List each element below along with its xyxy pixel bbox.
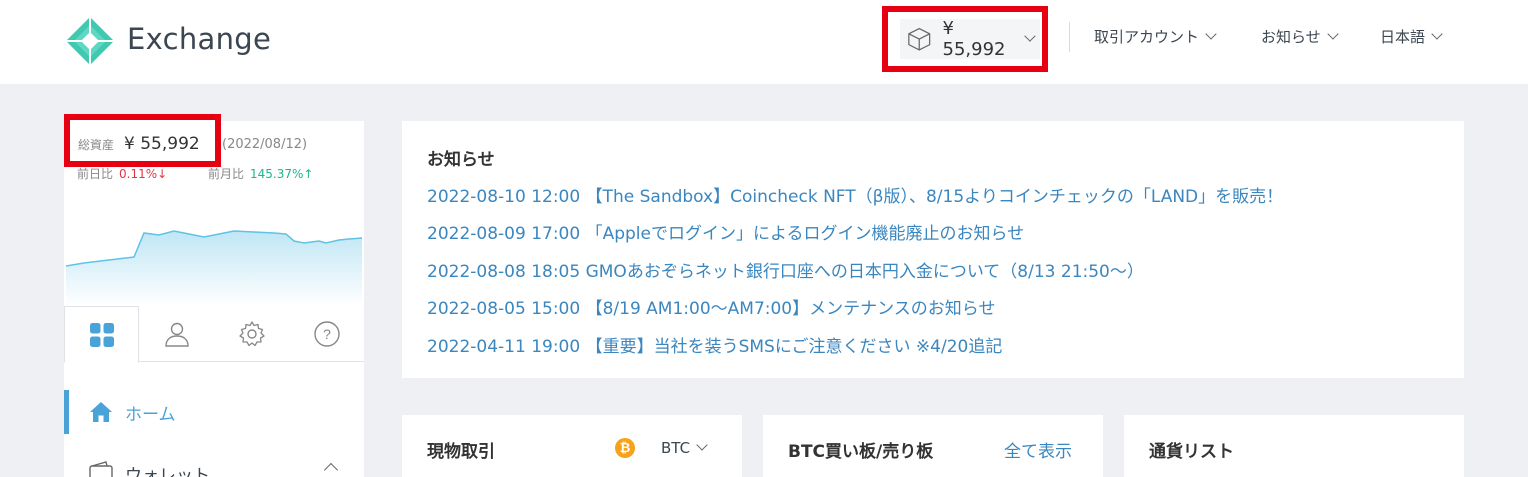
nav-news[interactable]: お知らせ [1261, 26, 1339, 47]
chevron-down-icon [696, 439, 708, 451]
month-change-label: 前月比 [208, 167, 245, 181]
news-item[interactable]: 2022-08-08 18:05 GMOあおぞらネット銀行口座への日本円入金につ… [427, 257, 1144, 282]
coin-select-value: BTC [661, 439, 691, 457]
menu-home[interactable]: ホーム [64, 390, 364, 434]
news-panel: お知らせ 2022-08-10 12:00 【The Sandbox】Coinc… [402, 121, 1464, 378]
exchange-logo-icon[interactable] [64, 15, 116, 67]
nav-trade-account-label: 取引アカウント [1094, 28, 1200, 46]
logo-text[interactable]: Exchange [127, 22, 271, 56]
total-assets-label: 総資産 [78, 138, 115, 152]
sidebar-tabbar: ? [64, 306, 364, 363]
active-indicator [64, 390, 69, 434]
news-title: お知らせ [427, 150, 495, 170]
tab-settings[interactable] [214, 306, 289, 362]
day-change-label: 前日比 [77, 167, 114, 181]
total-assets-date: (2022/08/12) [222, 137, 308, 152]
user-icon [164, 322, 189, 347]
total-assets-value: ¥ 55,992 [124, 134, 200, 154]
news-item[interactable]: 2022-08-09 17:00 「Appleでログイン」によるログイン機能廃止… [427, 219, 1024, 244]
nav-news-label: お知らせ [1261, 28, 1321, 46]
help-icon: ? [313, 321, 340, 347]
tab-account[interactable] [139, 306, 214, 362]
svg-text:?: ? [323, 326, 331, 342]
header-divider [1069, 22, 1070, 52]
news-item[interactable]: 2022-08-10 12:00 【The Sandbox】Coincheck … [427, 182, 1283, 207]
header-balance-button[interactable]: ¥ 55,992 [882, 6, 1048, 72]
day-change-value: 0.11%↓ [119, 167, 168, 181]
news-item[interactable]: 2022-08-05 15:00 【8/19 AM1:00〜AM7:00】メンテ… [427, 294, 995, 319]
tab-dashboard[interactable] [64, 306, 139, 363]
chevron-down-icon [1205, 27, 1217, 40]
cube-icon [908, 27, 931, 51]
total-assets-box: 総資産 ¥ 55,992 [64, 114, 221, 167]
menu-wallet-label: ウォレット [125, 466, 210, 477]
chevron-down-icon [1327, 27, 1339, 40]
menu-wallet[interactable]: ウォレット [64, 456, 364, 477]
spot-trade-title: 現物取引 [427, 442, 495, 462]
chevron-up-icon[interactable] [323, 462, 339, 477]
day-change: 前日比 0.11%↓ [77, 165, 167, 182]
asset-sparkline-chart [65, 230, 363, 305]
orderbook-card: BTC買い板/売り板 全て表示 [763, 415, 1103, 477]
top-header: Exchange ¥ 55,992 取引アカウント お知らせ 日本語 [0, 0, 1528, 84]
grid-icon [89, 322, 114, 347]
header-balance-value: ¥ 55,992 [942, 18, 1006, 60]
nav-language-label: 日本語 [1380, 28, 1426, 46]
bitcoin-icon: ₿ [615, 438, 635, 458]
news-item[interactable]: 2022-04-11 19:00 【重要】当社を装うSMSにご注意ください ※4… [427, 332, 1002, 357]
nav-language[interactable]: 日本語 [1380, 26, 1443, 47]
currency-list-card: 通貨リスト [1124, 415, 1464, 477]
spot-trade-card: 現物取引 ₿ BTC [402, 415, 742, 477]
chevron-down-icon [1431, 27, 1443, 40]
coin-select[interactable]: ₿ BTC [615, 438, 708, 458]
nav-trade-account[interactable]: 取引アカウント [1094, 26, 1217, 47]
month-change-value: 145.37%↑ [250, 167, 314, 181]
orderbook-title: BTC買い板/売り板 [788, 442, 934, 462]
gear-icon [238, 321, 265, 347]
chevron-down-icon [1024, 30, 1036, 42]
menu-home-label: ホーム [125, 404, 176, 425]
wallet-icon [89, 461, 113, 477]
tab-help[interactable]: ? [289, 306, 364, 362]
home-icon [90, 402, 112, 422]
currency-list-title: 通貨リスト [1149, 442, 1234, 462]
month-change: 前月比 145.37%↑ [208, 165, 313, 182]
show-all-link[interactable]: 全て表示 [1004, 437, 1072, 462]
